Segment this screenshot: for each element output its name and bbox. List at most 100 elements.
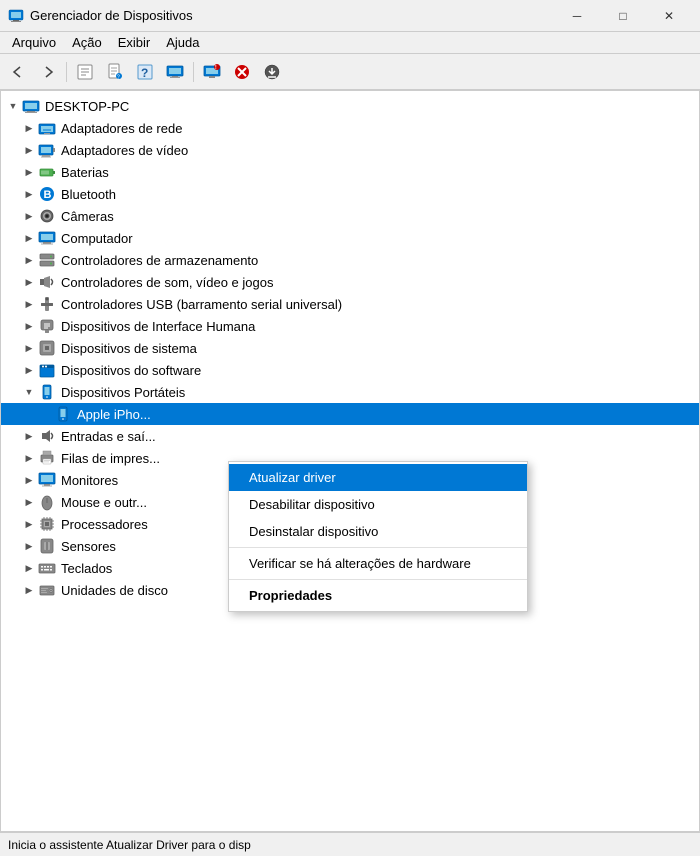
tree-item-portable[interactable]: ▼ Dispositivos Portáteis xyxy=(1,381,699,403)
page-button[interactable]: ? xyxy=(101,58,129,86)
video-label: Adaptadores de vídeo xyxy=(61,143,188,158)
sys-label: Dispositivos de sistema xyxy=(61,341,197,356)
tree-item-sound[interactable]: ▶ Controladores de som, vídeo e jogos xyxy=(1,271,699,293)
comp-label: Computador xyxy=(61,231,133,246)
context-separator-2 xyxy=(229,579,527,580)
context-separator xyxy=(229,547,527,548)
toolbar-sep-2 xyxy=(193,62,194,82)
svg-text:?: ? xyxy=(117,74,120,80)
tree-item-usb[interactable]: ▶ Controladores USB (barramento serial u… xyxy=(1,293,699,315)
soft-label: Dispositivos do software xyxy=(61,363,201,378)
sensors-label: Sensores xyxy=(61,539,116,554)
bat-label: Baterias xyxy=(61,165,109,180)
keyboard-chevron: ▶ xyxy=(21,560,37,576)
tree-item-video[interactable]: ▶ Adaptadores de vídeo xyxy=(1,139,699,161)
proc-chevron: ▶ xyxy=(21,516,37,532)
monitors-label: Monitores xyxy=(61,473,118,488)
root-icon xyxy=(21,96,41,116)
app-icon xyxy=(8,8,24,24)
tree-item-cam[interactable]: ▶ Câmeras xyxy=(1,205,699,227)
bat-chevron: ▶ xyxy=(21,164,37,180)
root-chevron: ▼ xyxy=(5,98,21,114)
toolbar: ? ? ! xyxy=(0,54,700,90)
sys-icon xyxy=(37,338,57,358)
sys-chevron: ▶ xyxy=(21,340,37,356)
view-devices-button[interactable] xyxy=(161,58,189,86)
help-button[interactable]: ? xyxy=(131,58,159,86)
mouse-chevron: ▶ xyxy=(21,494,37,510)
storage-label: Controladores de armazenamento xyxy=(61,253,258,268)
tree-item-comp[interactable]: ▶ Computador xyxy=(1,227,699,249)
tree-root[interactable]: ▼ DESKTOP-PC xyxy=(1,95,699,117)
monitor-icon xyxy=(37,470,57,490)
print-chevron: ▶ xyxy=(21,450,37,466)
menu-arquivo[interactable]: Arquivo xyxy=(4,33,64,52)
bat-icon xyxy=(37,162,57,182)
menu-acao[interactable]: Ação xyxy=(64,33,110,52)
maximize-button[interactable]: □ xyxy=(600,0,646,32)
hid-chevron: ▶ xyxy=(21,318,37,334)
keyboard-icon xyxy=(37,558,57,578)
context-menu: Atualizar driver Desabilitar dispositivo… xyxy=(228,461,528,612)
minimize-button[interactable]: ─ xyxy=(554,0,600,32)
menu-exibir[interactable]: Exibir xyxy=(110,33,159,52)
toolbar-sep-1 xyxy=(66,62,67,82)
tree-item-net[interactable]: ▶ Adaptadores de rede xyxy=(1,117,699,139)
context-item-disable[interactable]: Desabilitar dispositivo xyxy=(229,491,527,518)
back-button[interactable] xyxy=(4,58,32,86)
scan-button[interactable]: ! xyxy=(198,58,226,86)
bt-chevron: ▶ xyxy=(21,186,37,202)
context-item-scan[interactable]: Verificar se há alterações de hardware xyxy=(229,550,527,577)
svg-text:B: B xyxy=(44,189,52,201)
context-item-update[interactable]: Atualizar driver xyxy=(229,464,527,491)
comp-chevron: ▶ xyxy=(21,230,37,246)
tree-item-soft[interactable]: ▶ Dispositivos do software xyxy=(1,359,699,381)
svg-text:?: ? xyxy=(141,66,148,80)
device-manager-content: ▼ DESKTOP-PC ▶ xyxy=(0,90,700,832)
tree-item-bluetooth[interactable]: ▶ B Bluetooth xyxy=(1,183,699,205)
storage-icon xyxy=(37,250,57,270)
menu-bar: Arquivo Ação Exibir Ajuda xyxy=(0,32,700,54)
disk-chevron: ▶ xyxy=(21,582,37,598)
context-item-uninstall[interactable]: Desinstalar dispositivo xyxy=(229,518,527,545)
tree-item-storage[interactable]: ▶ Controladores de armazenamento xyxy=(1,249,699,271)
audio-label: Entradas e saí... xyxy=(61,429,156,444)
audio-chevron: ▶ xyxy=(21,428,37,444)
root-label: DESKTOP-PC xyxy=(45,99,129,114)
tree-item-audio[interactable]: ▶ Entradas e saí... xyxy=(1,425,699,447)
computer-icon xyxy=(37,228,57,248)
storage-chevron: ▶ xyxy=(21,252,37,268)
disk-icon xyxy=(37,580,57,600)
iphone-icon xyxy=(53,404,73,424)
audio-icon xyxy=(37,426,57,446)
print-label: Filas de impres... xyxy=(61,451,160,466)
tree-item-bat[interactable]: ▶ Baterias xyxy=(1,161,699,183)
context-item-properties[interactable]: Propriedades xyxy=(229,582,527,609)
tree-item-hid[interactable]: ▶ Dispositivos de Interface Humana xyxy=(1,315,699,337)
net-chevron: ▶ xyxy=(21,120,37,136)
bt-label: Bluetooth xyxy=(61,187,116,202)
sound-label: Controladores de som, vídeo e jogos xyxy=(61,275,273,290)
processor-icon xyxy=(37,514,57,534)
uninstall-button[interactable] xyxy=(228,58,256,86)
video-chevron: ▶ xyxy=(21,142,37,158)
forward-button[interactable] xyxy=(34,58,62,86)
menu-ajuda[interactable]: Ajuda xyxy=(158,33,207,52)
download-button[interactable] xyxy=(258,58,286,86)
window-title: Gerenciador de Dispositivos xyxy=(30,8,554,23)
window-controls[interactable]: ─ □ ✕ xyxy=(554,0,692,32)
net-label: Adaptadores de rede xyxy=(61,121,182,136)
usb-icon xyxy=(37,294,57,314)
properties-button[interactable] xyxy=(71,58,99,86)
hid-icon xyxy=(37,316,57,336)
close-button[interactable]: ✕ xyxy=(646,0,692,32)
iphone-label: Apple iPho... xyxy=(77,407,151,422)
tree-item-iphone[interactable]: ▶ Apple iPho... xyxy=(1,403,699,425)
monitors-chevron: ▶ xyxy=(21,472,37,488)
printer-icon xyxy=(37,448,57,468)
disk-label: Unidades de disco xyxy=(61,583,168,598)
soft-chevron: ▶ xyxy=(21,362,37,378)
usb-label: Controladores USB (barramento serial uni… xyxy=(61,297,342,312)
tree-item-sys[interactable]: ▶ Dispositivos de sistema xyxy=(1,337,699,359)
software-icon xyxy=(37,360,57,380)
